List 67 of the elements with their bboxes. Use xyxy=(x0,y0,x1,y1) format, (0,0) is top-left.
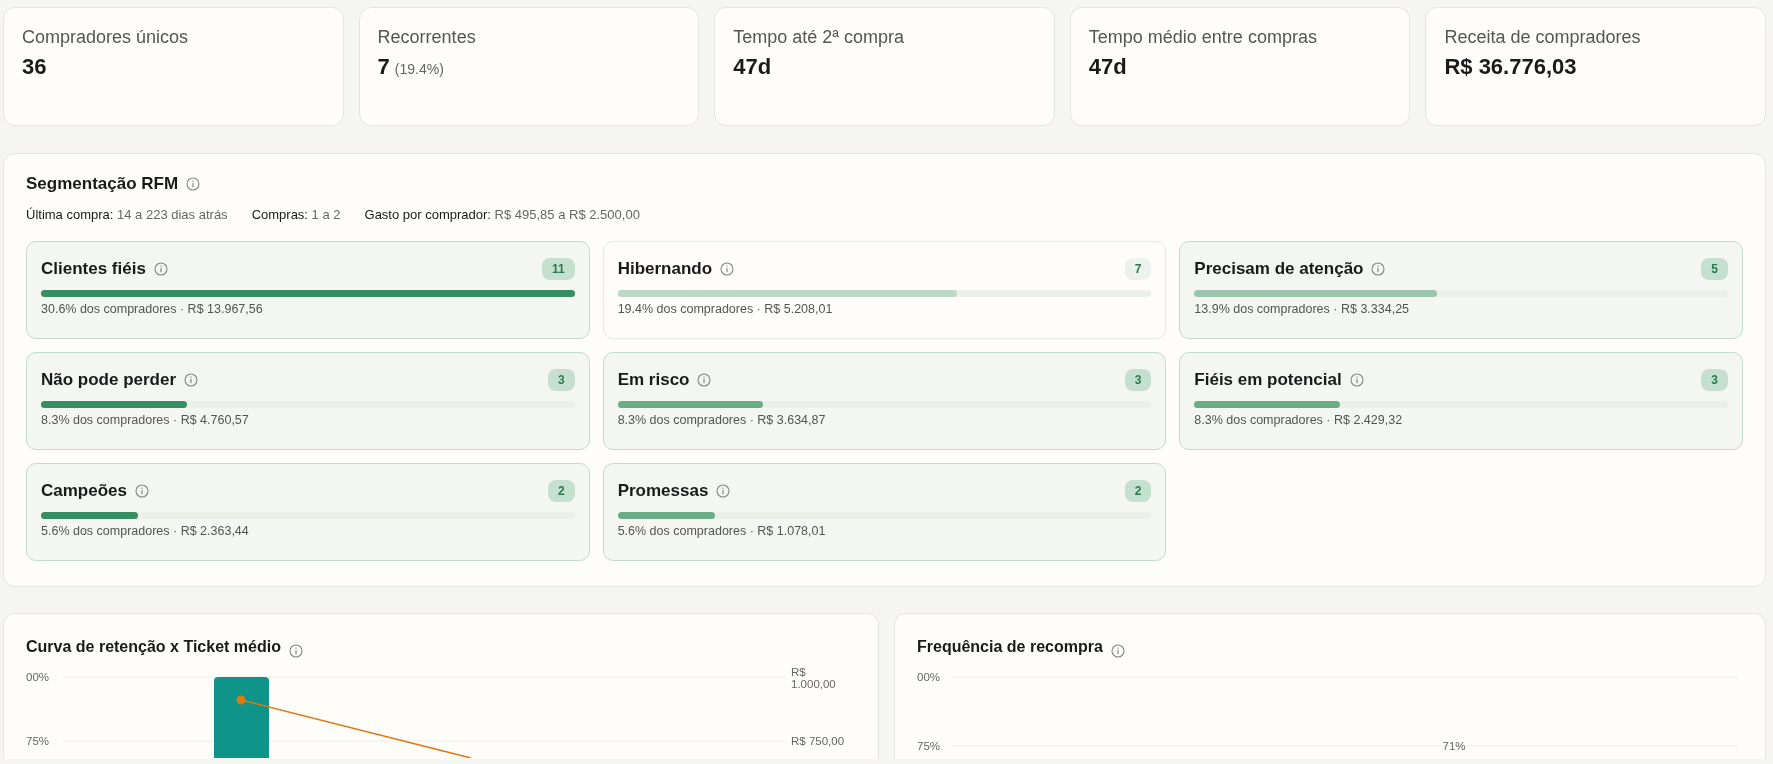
metric-label: Tempo até 2ª compra xyxy=(733,27,904,48)
segment-card[interactable]: Campeões 2 5.6% dos compradores · R$ 2.363,44 xyxy=(26,463,590,561)
axis-label: R$ 750,00 xyxy=(791,735,845,747)
axis-label: 75% xyxy=(26,735,50,747)
metric-value: R$ 36.776,03 xyxy=(1444,54,1577,80)
segment-card[interactable]: Hibernando 7 19.4% dos compradores · R$ 5.208,01 xyxy=(602,241,1167,339)
metric-value: 7 xyxy=(377,54,390,80)
chart-title: Curva de retenção x Ticket médio xyxy=(26,638,281,656)
metric-label: Compradores únicos xyxy=(22,27,189,48)
segment-card[interactable]: Clientes fiéis 11 30.6% dos compradores · R$ 13.967,56 xyxy=(26,241,590,339)
segment-caption: 8.3% dos compradores · R$ 3.634,87 xyxy=(617,413,826,427)
segment-card[interactable]: Não pode perder 3 8.3% dos compradores · R$ 4.760,57 xyxy=(26,352,590,450)
segment-caption: 19.4% dos compradores · R$ 5.208,01 xyxy=(617,302,833,316)
segment-title: Em risco xyxy=(617,370,690,390)
segment-card[interactable]: Promessas 2 5.6% dos compradores · R$ 1.078,01 xyxy=(602,463,1167,561)
axis-label: 75% xyxy=(917,740,941,752)
count-badge: 3 xyxy=(547,369,575,391)
count-badge: 3 xyxy=(1124,369,1152,391)
segment-caption: 8.3% dos compradores · R$ 2.429,32 xyxy=(1194,413,1403,427)
count-badge: 11 xyxy=(541,258,575,280)
segment-caption: 5.6% dos compradores · R$ 2.363,44 xyxy=(41,524,249,538)
segment-caption: 30.6% dos compradores · R$ 13.967,56 xyxy=(41,302,263,316)
count-badge: 5 xyxy=(1701,258,1728,280)
filter-summary: Gasto por comprador: R$ 495,85 a R$ 2.500,00 xyxy=(364,207,640,222)
metric-label: Recorrentes xyxy=(377,27,476,48)
info-icon[interactable] xyxy=(186,177,201,191)
info-icon[interactable] xyxy=(135,484,149,498)
info-icon[interactable] xyxy=(1110,644,1125,658)
axis-label: 00% xyxy=(26,671,50,683)
metric-label: Tempo médio entre compras xyxy=(1088,27,1317,48)
chart-title: Frequência de recompra xyxy=(917,638,1103,656)
filter-summary: Última compra: 14 a 223 dias atrás xyxy=(26,207,228,222)
axis-label: 00% xyxy=(917,671,941,683)
segment-caption: 5.6% dos compradores · R$ 1.078,01 xyxy=(617,524,826,538)
info-icon[interactable] xyxy=(697,373,712,387)
bar-value-label: 71% xyxy=(1442,740,1466,752)
info-icon[interactable] xyxy=(288,644,303,658)
info-icon[interactable] xyxy=(720,262,735,276)
segment-caption: 8.3% dos compradores · R$ 4.760,57 xyxy=(41,413,249,427)
segment-card[interactable]: Fiéis em potencial 3 8.3% dos compradores · R$ 2.429,32 xyxy=(1179,352,1743,450)
count-badge: 7 xyxy=(1124,258,1152,280)
info-icon[interactable] xyxy=(1371,262,1386,276)
segment-title: Clientes fiéis xyxy=(41,259,146,279)
metric-label: Receita de compradores xyxy=(1444,27,1641,48)
count-badge: 3 xyxy=(1701,369,1728,391)
metric-value: 47d xyxy=(1088,54,1127,80)
segment-title: Não pode perder xyxy=(41,370,177,390)
segment-title: Campeões xyxy=(41,481,127,501)
axis-label: R$ 1.000,00 xyxy=(791,666,836,690)
metric-value: 47d xyxy=(733,54,772,80)
segment-card[interactable]: Precisam de atenção 5 13.9% dos compradores · R$ 3.334,25 xyxy=(1179,241,1743,339)
count-badge: 2 xyxy=(547,480,575,502)
metric-value: 36 xyxy=(22,54,47,80)
segment-title: Precisam de atenção xyxy=(1194,259,1364,279)
segment-title: Hibernando xyxy=(617,259,713,279)
info-icon[interactable] xyxy=(716,484,731,498)
segment-title: Promessas xyxy=(617,481,709,501)
info-icon[interactable] xyxy=(184,373,199,387)
segment-caption: 13.9% dos compradores · R$ 3.334,25 xyxy=(1194,302,1410,316)
section-title: Segmentação RFM xyxy=(26,174,179,194)
metric-percentage: (19.4%) xyxy=(394,61,444,77)
info-icon[interactable] xyxy=(1349,373,1364,387)
info-icon[interactable] xyxy=(153,262,168,276)
segment-title: Fiéis em potencial xyxy=(1194,370,1342,390)
count-badge: 2 xyxy=(1124,480,1152,502)
segment-card[interactable]: Em risco 3 8.3% dos compradores · R$ 3.634,87 xyxy=(602,352,1167,450)
filter-summary: Compras: 1 a 2 xyxy=(251,207,341,222)
